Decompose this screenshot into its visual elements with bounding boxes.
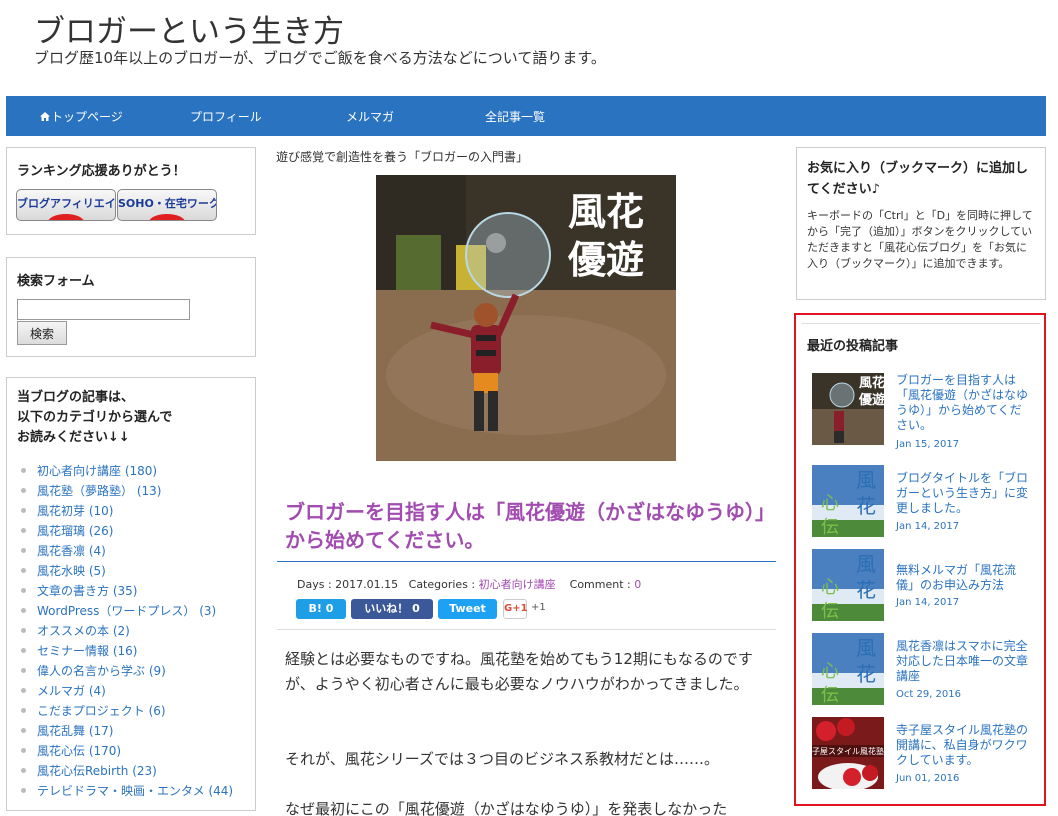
svg-text:伝: 伝 [821, 601, 839, 621]
category-list: 初心者向け講座 (180) 風花塾（夢路塾） (13) 風花初芽 (10) 風花… [21, 462, 233, 802]
svg-text:子屋スタイル風花塾: 子屋スタイル風花塾 [812, 746, 884, 756]
categories-title: 当ブログの記事は、 以下のカテゴリから選んで お読みください↓↓ [17, 390, 173, 445]
facebook-like-button[interactable]: いいね！ 0 [351, 599, 433, 619]
recent-post-title[interactable]: 寺子屋スタイル風花塾の開講に、私自身がワクワクしています。 [896, 723, 1032, 768]
svg-text:風花: 風花 [859, 375, 884, 391]
nav-item-profile[interactable]: プロフィール [190, 108, 262, 125]
recent-post-title[interactable]: ブロガーを目指す人は「風花優遊（かざはなゆうゆ）」から始めてください。 [896, 373, 1032, 433]
recent-post-thumbnail[interactable]: 子屋スタイル風花塾 [812, 717, 884, 789]
category-item[interactable]: 風花乱舞 (17) [21, 722, 233, 742]
recent-post-thumbnail[interactable]: 風花 優遊 [812, 373, 884, 445]
category-item[interactable]: オススメの本 (2) [21, 622, 233, 642]
category-item[interactable]: 風花香凛 (4) [21, 542, 233, 562]
banner-label: SOHO・在宅ワーク [118, 197, 217, 210]
site-title[interactable]: ブロガーという生き方 [34, 6, 344, 51]
ranking-title: ランキング応援ありがとう！ [17, 164, 186, 179]
recent-post-date: Jan 14, 2017 [896, 597, 960, 608]
home-icon [40, 112, 50, 121]
recent-post-item[interactable]: 風 花 心 伝 無料メルマガ「風花流儀」のお申込み方法 Jan 14, 2017 [812, 549, 1032, 621]
category-item[interactable]: 風花塾（夢路塾） (13) [21, 482, 233, 502]
post-paragraph: それが、風花シリーズでは３つ目のビジネス系教材だとは……。 [285, 750, 719, 768]
post-paragraph: 経験とは必要なものですね。風花塾を始めてもう12期にもなるのですが、ようやく初心… [285, 650, 753, 693]
category-item[interactable]: WordPress（ワードプレス） (3) [21, 602, 233, 622]
bookmark-title: お気に入り（ブックマーク）に追加してください♪ [807, 161, 1029, 197]
image-text-line2: 優遊 [567, 237, 644, 282]
banner-label: ブログアフィリエイト [17, 197, 116, 210]
recent-post-title[interactable]: 無料メルマガ「風花流儀」のお申込み方法 [896, 563, 1032, 593]
category-item[interactable]: 風花瑠璃 (26) [21, 522, 233, 542]
bookmark-text: キーボードの「Ctrl」と「D」を同時に押してから「完了（追加）」ボタンをクリッ… [807, 209, 1033, 270]
svg-text:心: 心 [821, 577, 839, 598]
category-item[interactable]: こだまプロジェクト (6) [21, 702, 233, 722]
recent-post-thumbnail[interactable]: 風 花 心 伝 [812, 465, 884, 537]
recent-post-title[interactable]: 風花香凛はスマホに完全対応した日本唯一の文章講座 [896, 639, 1032, 684]
hatena-bookmark-button[interactable]: B! 0 [296, 599, 346, 619]
search-title: 検索フォーム [17, 274, 95, 289]
post-date: 2017.01.15 [335, 578, 399, 591]
recent-post-item[interactable]: 子屋スタイル風花塾 寺子屋スタイル風花塾の開講に、私自身がワクワクしています。 … [812, 717, 1032, 789]
svg-text:心: 心 [821, 493, 839, 514]
recent-post-date: Jan 14, 2017 [896, 521, 960, 532]
recent-post-item[interactable]: 風 花 心 伝 風花香凛はスマホに完全対応した日本唯一の文章講座 Oct 29,… [812, 633, 1032, 705]
nav-item-mailmag[interactable]: メルマガ [346, 108, 394, 125]
svg-text:優遊: 優遊 [858, 392, 884, 408]
svg-text:風: 風 [856, 468, 876, 492]
google-plus-button[interactable]: G+1 [503, 599, 528, 619]
post-category-link[interactable]: 初心者向け講座 [479, 578, 556, 591]
category-item[interactable]: メルマガ (4) [21, 682, 233, 702]
search-button[interactable]: 検索 [17, 321, 67, 345]
post-title[interactable]: ブロガーを目指す人は「風花優遊（かざはなゆうゆ）」から始めてください。 [285, 498, 765, 554]
nav-item-label: トップページ [51, 110, 123, 124]
blog-affiliate-banner[interactable]: ブログアフィリエイト [16, 189, 116, 221]
bubble-photo: 風花 優遊 [376, 175, 676, 461]
svg-text:花: 花 [856, 578, 876, 602]
tweet-button[interactable]: Tweet [438, 599, 497, 619]
recent-post-date: Oct 29, 2016 [896, 689, 961, 700]
recent-post-thumbnail[interactable]: 風 花 心 伝 [812, 633, 884, 705]
recent-post-thumbnail[interactable]: 風 花 心 伝 [812, 549, 884, 621]
google-plus-count: +1 [531, 602, 546, 613]
recent-post-item[interactable]: 風花 優遊 ブロガーを目指す人は「風花優遊（かざはなゆうゆ）」から始めてください… [812, 373, 1032, 450]
svg-text:花: 花 [856, 494, 876, 518]
category-item[interactable]: 初心者向け講座 (180) [21, 462, 233, 482]
recent-posts-title: 最近の投稿記事 [807, 339, 899, 354]
recent-post-date: Jun 01, 2016 [896, 773, 960, 784]
image-text-line1: 風花 [568, 189, 644, 234]
post-meta: Days : 2017.01.15 Categories : 初心者向け講座 C… [297, 578, 642, 591]
nav-item-all-articles[interactable]: 全記事一覧 [485, 108, 545, 125]
post-caption: 遊び感覚で創造性を養う「ブロガーの入門書」 [276, 150, 529, 164]
category-item[interactable]: 風花心伝 (170) [21, 742, 233, 762]
soho-banner[interactable]: SOHO・在宅ワーク [117, 189, 217, 221]
site-description: ブログ歴10年以上のブロガーが、ブログでご飯を食べる方法などについて語ります。 [34, 49, 606, 67]
svg-text:花: 花 [856, 662, 876, 686]
nav-item-top[interactable]: トップページ [40, 108, 123, 125]
post-featured-image[interactable]: 風花 優遊 [376, 175, 676, 461]
category-item[interactable]: 風花心伝Rebirth (23) [21, 762, 233, 782]
post-paragraph: なぜ最初にこの「風花優遊（かざはなゆうゆ）」を発表しなかった [285, 800, 728, 816]
category-item[interactable]: セミナー情報 (16) [21, 642, 233, 662]
svg-text:伝: 伝 [821, 685, 839, 705]
search-input[interactable] [17, 299, 190, 320]
recent-post-item[interactable]: 風 花 心 伝 ブログタイトルを「ブロガーという生き方」に変更しました。 Jan… [812, 465, 1032, 537]
category-item[interactable]: 風花初芽 (10) [21, 502, 233, 522]
main-nav: トップページ プロフィール メルマガ 全記事一覧 [6, 96, 1046, 136]
bookmark-widget: お気に入り（ブックマーク）に追加してください♪ キーボードの「Ctrl」と「D」… [796, 147, 1046, 300]
svg-text:風: 風 [856, 636, 876, 660]
category-item[interactable]: テレビドラマ・映画・エンタメ (44) [21, 782, 233, 802]
recent-post-date: Jan 15, 2017 [896, 439, 960, 450]
category-item[interactable]: 文章の書き方 (35) [21, 582, 233, 602]
category-item[interactable]: 風花水映 (5) [21, 562, 233, 582]
title-divider [277, 561, 776, 562]
comment-count-link[interactable]: 0 [634, 578, 641, 591]
svg-text:心: 心 [821, 661, 839, 682]
category-item[interactable]: 偉人の名言から学ぶ (9) [21, 662, 233, 682]
share-divider [277, 629, 776, 630]
recent-post-title[interactable]: ブログタイトルを「ブロガーという生き方」に変更しました。 [896, 471, 1032, 516]
svg-text:風: 風 [856, 552, 876, 576]
svg-text:伝: 伝 [821, 517, 839, 537]
